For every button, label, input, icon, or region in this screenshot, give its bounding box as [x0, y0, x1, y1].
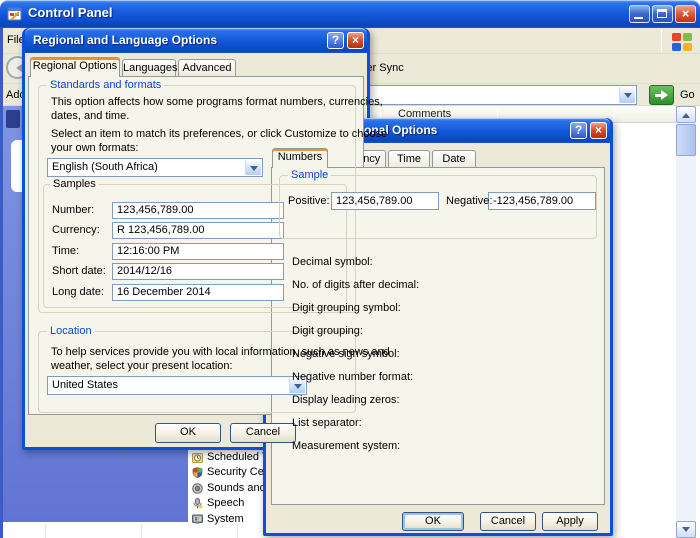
go-button[interactable]: [649, 85, 674, 105]
close-button[interactable]: ×: [590, 122, 607, 139]
grid-line: [237, 523, 238, 538]
minimize-icon: [634, 17, 643, 19]
control-panel-icon: [7, 6, 23, 22]
sample-group: Sample Positive: 123,456,789.00 Negative…: [279, 175, 597, 239]
tab-languages[interactable]: Languages: [122, 59, 176, 77]
sample-row-label: Time:: [52, 245, 79, 258]
location-select[interactable]: United States: [47, 376, 307, 395]
samples-label: Samples: [50, 178, 99, 191]
maximize-button[interactable]: [652, 5, 673, 23]
option-label: Negative sign symbol:: [292, 348, 400, 361]
option-label: Negative number format:: [292, 371, 413, 384]
sample-time-field[interactable]: 12:16:00 PM: [112, 243, 284, 260]
chevron-down-icon: [250, 166, 258, 175]
regional-dialog: Regional and Language Options ? × Region…: [22, 28, 370, 450]
negative-label: Negative:: [446, 195, 492, 208]
sample-short-date-field[interactable]: 2014/12/16: [112, 263, 284, 280]
go-arrow-icon: [661, 90, 673, 100]
sample-row-label: Currency:: [52, 224, 100, 237]
arrow-up-icon: [682, 109, 690, 118]
menubar-divider: [661, 30, 662, 52]
tab-time[interactable]: Time: [388, 150, 430, 168]
sample-currency-field[interactable]: R 123,456,789.00: [112, 222, 284, 239]
location-label: Location: [47, 325, 95, 338]
arrow-down-icon: [682, 527, 690, 536]
grid-line: [141, 523, 142, 538]
chevron-down-icon: [624, 93, 632, 102]
grid-line: [45, 523, 46, 538]
sample-row-label: Short date:: [52, 265, 106, 278]
select-desc-line2: your own formats:: [51, 142, 138, 155]
language-select[interactable]: English (South Africa): [47, 158, 263, 177]
tab-regional-options[interactable]: Regional Options: [30, 57, 120, 77]
positive-field[interactable]: 123,456,789.00: [331, 192, 439, 210]
standards-desc-line2: dates, and time.: [51, 110, 129, 123]
scheduled-tasks-icon: [192, 452, 203, 466]
sample-long-date-field[interactable]: 16 December 2014: [112, 284, 284, 301]
option-label: No. of digits after decimal:: [292, 279, 419, 292]
sample-number-field[interactable]: 123,456,789.00: [112, 202, 284, 219]
language-select-value: English (South Africa): [52, 161, 158, 173]
ok-button[interactable]: OK: [402, 512, 464, 531]
scroll-up-button[interactable]: [676, 106, 696, 123]
location-select-value: United States: [52, 379, 118, 391]
column-separator: [614, 107, 615, 122]
location-desc-line2: weather, select your present location:: [51, 360, 233, 373]
regional-dialog-title: Regional and Language Options: [33, 33, 217, 47]
cancel-button[interactable]: Cancel: [230, 423, 296, 443]
go-label: Go: [680, 89, 695, 101]
window-left-border: [0, 28, 3, 538]
help-button[interactable]: ?: [327, 32, 344, 49]
standards-desc-line1: This option affects how some programs fo…: [51, 96, 383, 109]
task-pane-icon: [6, 110, 20, 128]
system-icon: [192, 514, 203, 528]
windows-logo-icon: [670, 31, 694, 52]
option-label: Display leading zeros:: [292, 394, 400, 407]
close-icon: ×: [676, 6, 695, 22]
screen: Control Panel × File Folder Sync Address…: [0, 0, 700, 538]
ok-button[interactable]: OK: [155, 423, 221, 443]
address-dropdown-button[interactable]: [619, 87, 635, 103]
negative-field[interactable]: -123,456,789.00: [488, 192, 596, 210]
speech-icon: [192, 498, 203, 512]
minimize-button[interactable]: [629, 5, 650, 23]
sample-row-label: Number:: [52, 204, 94, 217]
language-dropdown-button[interactable]: [245, 160, 261, 175]
maximize-icon: [657, 9, 667, 18]
select-desc-line1: Select an item to match its preferences,…: [51, 128, 387, 141]
scrollbar[interactable]: [676, 106, 696, 538]
list-item-label: Speech: [207, 497, 244, 509]
customize-dialog: Customize Regional Options ? × Numbers C…: [263, 118, 613, 536]
regional-dialog-body: Regional Options Languages Advanced Stan…: [25, 53, 367, 447]
option-label: Measurement system:: [292, 440, 400, 453]
sample-row-label: Long date:: [52, 286, 104, 299]
cancel-button[interactable]: Cancel: [480, 512, 536, 531]
apply-button[interactable]: Apply: [542, 512, 598, 531]
tab-advanced[interactable]: Advanced: [178, 59, 236, 77]
positive-label: Positive:: [288, 195, 330, 208]
scroll-down-button[interactable]: [676, 521, 696, 538]
list-item-label: System: [207, 513, 244, 525]
option-label: Digit grouping symbol:: [292, 302, 401, 315]
main-titlebar: Control Panel ×: [0, 0, 700, 28]
close-button[interactable]: ×: [675, 5, 696, 23]
option-label: List separator:: [292, 417, 362, 430]
option-label: Digit grouping:: [292, 325, 363, 338]
close-button[interactable]: ×: [347, 32, 364, 49]
security-center-icon: [192, 467, 203, 481]
scrollbar-thumb[interactable]: [676, 124, 696, 156]
help-button[interactable]: ?: [570, 122, 587, 139]
tab-date[interactable]: Date: [432, 150, 476, 168]
standards-formats-label: Standards and formats: [47, 79, 164, 92]
bottom-strip: [3, 522, 188, 538]
sample-label: Sample: [288, 169, 331, 182]
regional-dialog-titlebar: Regional and Language Options ? ×: [25, 28, 367, 53]
sounds-audio-icon: [192, 483, 203, 497]
option-label: Decimal symbol:: [292, 256, 373, 269]
chevron-down-icon: [294, 384, 302, 393]
window-title: Control Panel: [28, 5, 113, 20]
